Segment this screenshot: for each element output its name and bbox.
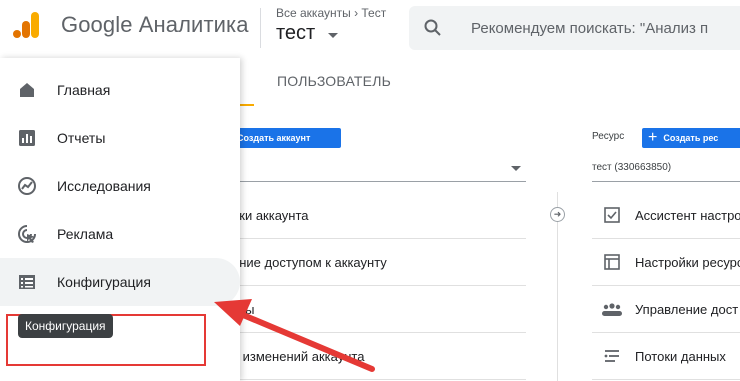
analytics-screen: Google Аналитика Все аккаунты › Тест тес…: [0, 0, 740, 381]
annotation-arrow: [214, 299, 375, 372]
